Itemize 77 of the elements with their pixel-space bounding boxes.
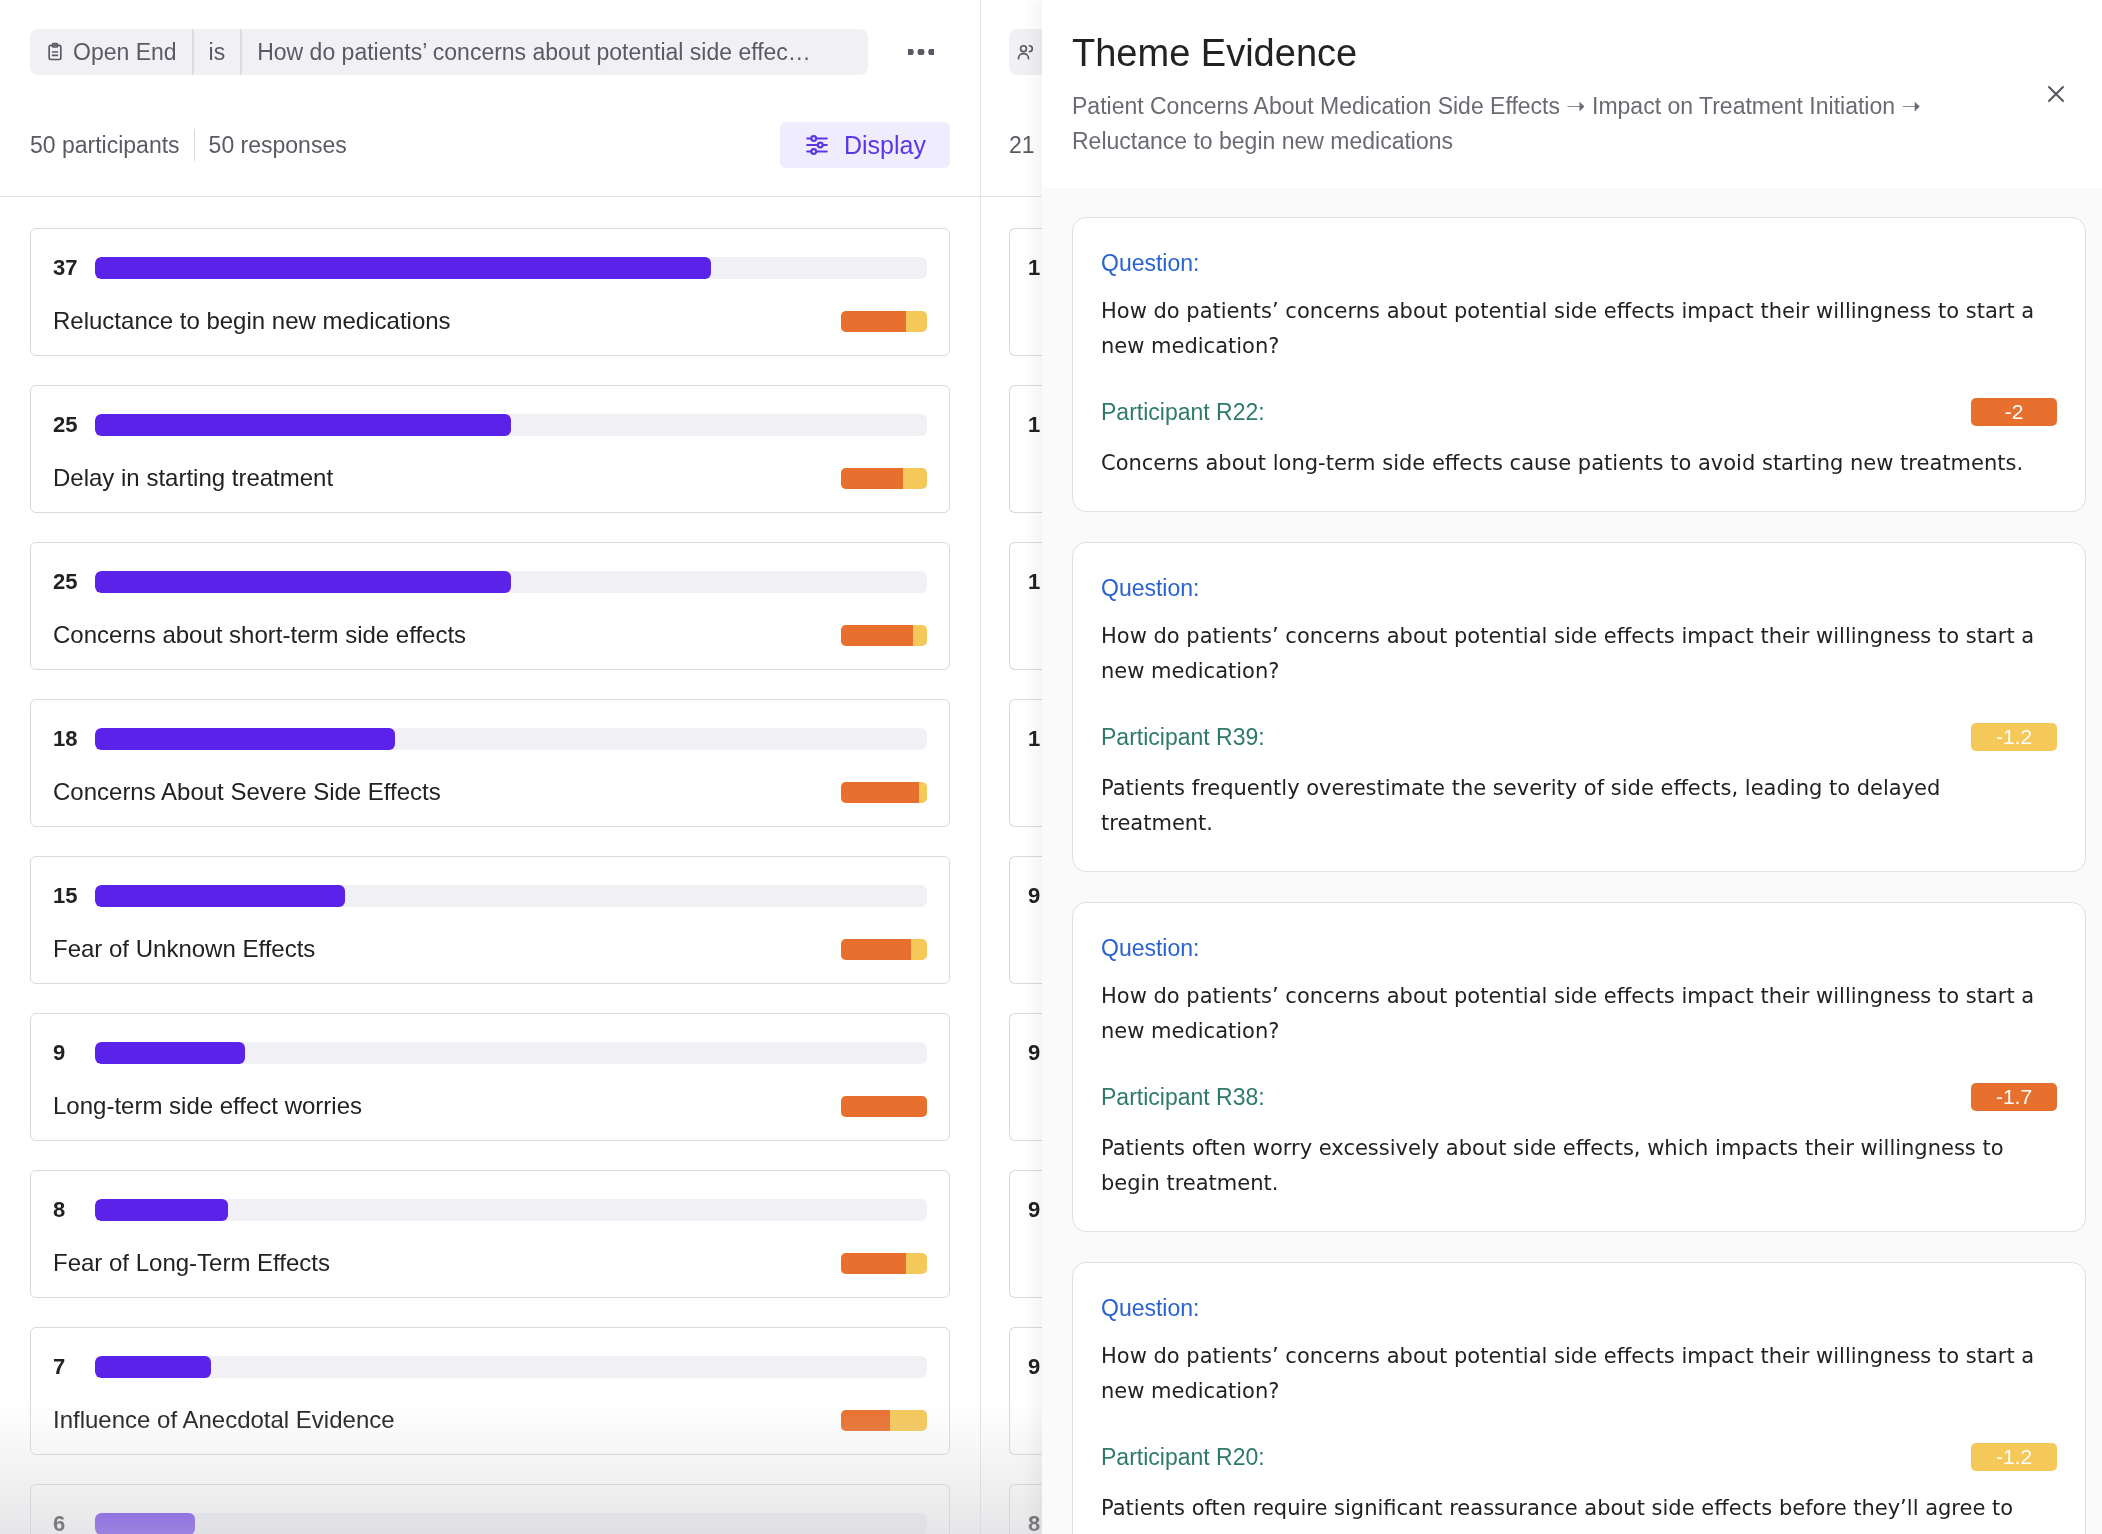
participants-count: 50 participants xyxy=(30,131,180,159)
theme-label: Reluctance to begin new medications xyxy=(53,307,451,335)
theme-label: Fear of Long-Term Effects xyxy=(53,1249,330,1277)
theme-count: 8 xyxy=(53,1197,67,1223)
question-label: Question: xyxy=(1101,574,1201,603)
theme-count: 15 xyxy=(53,883,79,909)
participant-label: Participant R39: xyxy=(1101,723,1265,751)
answer-text: Patients often worry excessively about side effects, which impacts their willingness to begin treatment. xyxy=(1101,1135,2005,1197)
theme-card[interactable]: 9 xyxy=(1009,1013,1042,1141)
question-text: How do patients’ concerns about potential side effects impact their willingness to start a new medication? xyxy=(1101,298,2036,360)
theme-count: 9 xyxy=(1028,1197,1042,1223)
theme-card[interactable]: 1 xyxy=(1009,228,1042,356)
answer-text: Patients often require significant reassurance about side effects before they’ll agree to xyxy=(1101,1495,2015,1522)
theme-count: 9 xyxy=(1028,1040,1042,1066)
theme-count: 1 xyxy=(1028,255,1042,281)
theme-card[interactable]: 7 Influence of Anecdotal Evidence xyxy=(30,1327,950,1455)
responses-count: 50 responses xyxy=(208,131,347,159)
filter-value: How do patients’ concerns about potential side effec… xyxy=(240,29,868,75)
theme-card[interactable]: 9 Long-term side effect worries xyxy=(30,1013,950,1141)
theme-card[interactable]: 1 xyxy=(1009,385,1042,513)
people-icon xyxy=(1016,42,1036,62)
theme-card[interactable]: 18 Concerns About Severe Side Effects xyxy=(30,699,950,827)
theme-label: Concerns About Severe Side Effects xyxy=(53,778,441,806)
theme-count: 25 xyxy=(53,412,79,438)
theme-card[interactable]: 1 xyxy=(1009,542,1042,670)
question-text: How do patients’ concerns about potential side effects impact their willingness to start a new medication? xyxy=(1101,1343,2036,1405)
participant-label: Participant R38: xyxy=(1101,1083,1265,1111)
theme-label: Influence of Anecdotal Evidence xyxy=(53,1406,395,1434)
score-badge: -1.2 xyxy=(1971,1443,2057,1471)
theme-count: 1 xyxy=(1028,412,1042,438)
score-badge: -1.7 xyxy=(1971,1083,2057,1111)
filter-chip[interactable]: Open End is How do patients’ concerns about potential side effec… xyxy=(30,29,868,75)
breadcrumb: Patient Concerns About Medication Side Effects ➝ Impact on Treatment Initiation ➝ Reluctance to begin new medications xyxy=(1072,92,1922,156)
theme-count: 37 xyxy=(53,255,79,281)
question-text: How do patients’ concerns about potential side effects impact their willingness to start a new medication? xyxy=(1101,983,2036,1045)
theme-count: 18 xyxy=(53,726,79,752)
theme-count: 6 xyxy=(53,1511,67,1534)
score-badge: -1.2 xyxy=(1971,723,2057,751)
theme-label: Delay in starting treatment xyxy=(53,464,334,492)
question-text: How do patients’ concerns about potential side effects impact their willingness to start a new medication? xyxy=(1101,623,2036,685)
clipboard-icon xyxy=(45,42,65,62)
participant-label: Participant R22: xyxy=(1101,398,1265,426)
theme-card[interactable]: 37 Reluctance to begin new medications xyxy=(30,228,950,356)
filter-field: Open End xyxy=(73,38,177,66)
theme-card[interactable]: 9 xyxy=(1009,1170,1042,1298)
question-label: Question: xyxy=(1101,934,1201,963)
theme-card[interactable]: 9 xyxy=(1009,1327,1042,1455)
theme-count: 8 xyxy=(1028,1511,1042,1534)
question-label: Question: xyxy=(1101,249,1201,278)
filter-chip[interactable] xyxy=(1009,29,1042,75)
participants-count: 21 xyxy=(1009,131,1035,159)
display-button[interactable]: Display xyxy=(780,122,950,168)
panel-title: Theme Evidence xyxy=(1072,32,1359,75)
participant-label: Participant R20: xyxy=(1101,1443,1265,1471)
theme-label: Concerns about short-term side effects xyxy=(53,621,467,649)
theme-card[interactable]: 15 Fear of Unknown Effects xyxy=(30,856,950,984)
theme-count: 7 xyxy=(53,1354,67,1380)
theme-count: 1 xyxy=(1028,726,1042,752)
theme-label: Long-term side effect worries xyxy=(53,1092,363,1120)
question-label: Question: xyxy=(1101,1294,1201,1323)
theme-count: 9 xyxy=(1028,883,1042,909)
answer-text: Patients frequently overestimate the severity of side effects, leading to delayed treatment. xyxy=(1101,775,1942,837)
theme-count: 1 xyxy=(1028,569,1042,595)
answer-text: Concerns about long-term side effects cause patients to avoid starting new treatments. xyxy=(1101,450,2025,477)
theme-card[interactable]: 8 Fear of Long-Term Effects xyxy=(30,1170,950,1298)
theme-count: 9 xyxy=(53,1040,67,1066)
theme-card[interactable]: 25 Concerns about short-term side effects xyxy=(30,542,950,670)
score-badge: -2 xyxy=(1971,398,2057,426)
more-icon xyxy=(908,49,934,55)
theme-card[interactable]: 1 xyxy=(1009,699,1042,827)
theme-count: 25 xyxy=(53,569,79,595)
theme-label: Fear of Unknown Effects xyxy=(53,935,316,963)
theme-count: 9 xyxy=(1028,1354,1042,1380)
theme-card[interactable]: 25 Delay in starting treatment xyxy=(30,385,950,513)
theme-card[interactable]: 9 xyxy=(1009,856,1042,984)
filter-operator: is xyxy=(191,29,241,75)
sliders-icon xyxy=(804,132,830,158)
